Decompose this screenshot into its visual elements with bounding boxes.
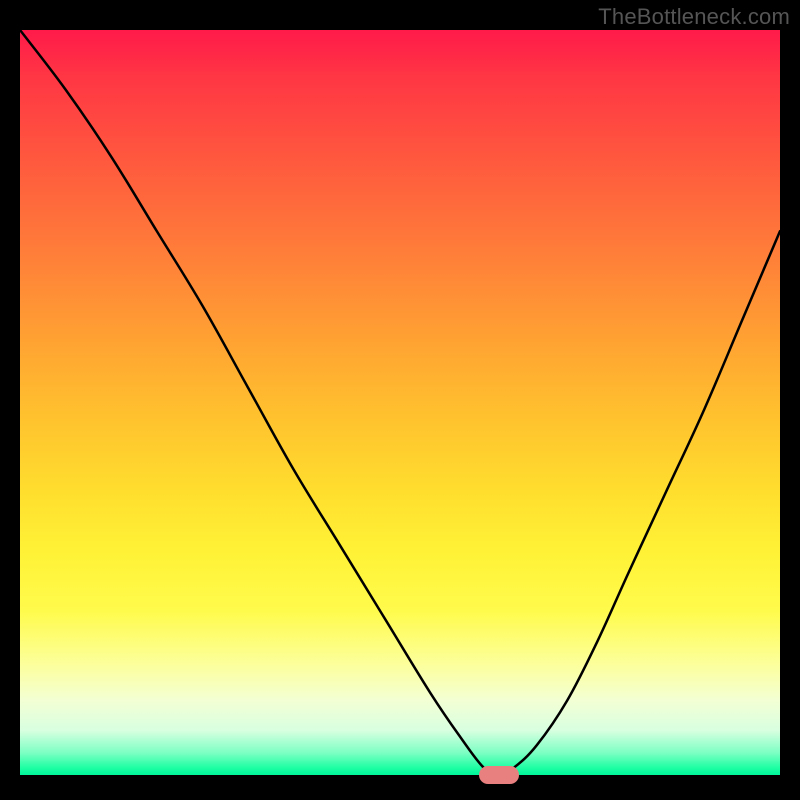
plot-area bbox=[20, 30, 780, 775]
watermark-text: TheBottleneck.com bbox=[598, 4, 790, 30]
chart-container: TheBottleneck.com bbox=[0, 0, 800, 800]
bottleneck-curve bbox=[20, 30, 780, 775]
optimal-marker bbox=[479, 766, 519, 784]
